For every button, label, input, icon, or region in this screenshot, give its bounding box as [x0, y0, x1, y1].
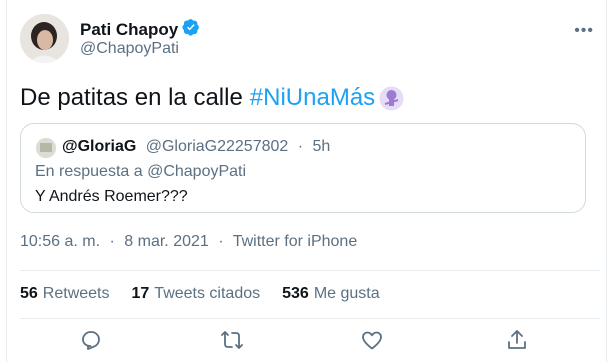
raised-fist-emoji-icon — [379, 86, 404, 111]
retweet-icon[interactable] — [220, 328, 246, 354]
divider — [20, 270, 600, 271]
quotes-stat[interactable]: 17 Tweets citados — [132, 285, 261, 303]
like-icon[interactable] — [360, 328, 386, 354]
share-icon[interactable] — [505, 328, 531, 354]
tweet-source[interactable]: Twitter for iPhone — [233, 233, 358, 250]
separator-dot: · — [218, 233, 224, 250]
retweets-label: Retweets — [42, 285, 110, 302]
quoted-handle[interactable]: @GloriaG22257802 — [146, 138, 289, 155]
tweet-time[interactable]: 10:56 a. m. — [20, 233, 100, 250]
more-icon[interactable]: ••• — [574, 22, 594, 40]
reply-prefix: En respuesta a — [35, 163, 143, 180]
quoted-name[interactable]: @GloriaG — [62, 138, 136, 155]
engagement-stats: 56 Retweets 17 Tweets citados 536 Me gusta — [20, 285, 380, 303]
tweet-date[interactable]: 8 mar. 2021 — [124, 233, 209, 250]
reply-context: En respuesta a @ChapoyPati — [35, 163, 246, 181]
quoted-avatar[interactable] — [36, 138, 56, 158]
verified-badge-icon — [182, 18, 200, 41]
quoted-text: Y Andrés Roemer??? — [35, 188, 188, 205]
divider — [20, 318, 600, 319]
quoted-tweet[interactable]: @GloriaG @GloriaG22257802 · 5h En respue… — [20, 123, 586, 213]
likes-label: Me gusta — [313, 285, 380, 302]
action-bar — [0, 328, 614, 356]
tweet-metadata: 10:56 a. m. · 8 mar. 2021 · Twitter for … — [20, 233, 357, 251]
likes-count: 536 — [282, 285, 309, 302]
quotes-count: 17 — [131, 285, 150, 302]
retweets-count: 56 — [20, 285, 38, 302]
reply-icon[interactable] — [79, 328, 105, 354]
tweet-text: De patitas en la calle #NiUnaMás — [20, 84, 404, 112]
quotes-label: Tweets citados — [154, 285, 261, 302]
author-avatar[interactable] — [20, 14, 69, 63]
hashtag-link[interactable]: #NiUnaMás — [250, 84, 375, 112]
reply-to-link[interactable]: @ChapoyPati — [147, 163, 246, 180]
retweets-stat[interactable]: 56 Retweets — [20, 285, 110, 303]
separator-dot: · — [109, 233, 115, 250]
author-name[interactable]: Pati Chapoy — [80, 20, 178, 40]
likes-stat[interactable]: 536 Me gusta — [282, 285, 380, 303]
author-handle[interactable]: @ChapoyPati — [80, 40, 179, 58]
tweet-body: De patitas en la calle — [20, 84, 243, 111]
separator-dot: · — [297, 138, 304, 155]
quoted-time: 5h — [312, 138, 331, 155]
